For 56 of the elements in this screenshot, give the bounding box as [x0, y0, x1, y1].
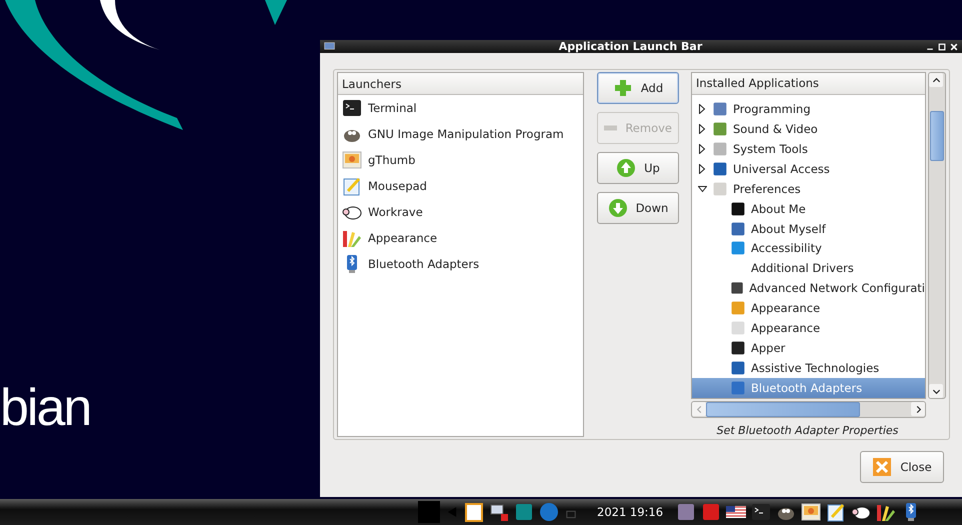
clock[interactable]: 2021 19:16: [597, 505, 664, 519]
logo-text: bian: [0, 378, 90, 438]
up-button[interactable]: Up: [597, 152, 679, 184]
minus-icon: [604, 125, 618, 131]
tree-item[interactable]: Appearance: [751, 321, 820, 336]
tree-item[interactable]: Accessibility: [751, 241, 822, 256]
terminal-icon: [751, 502, 772, 522]
expander-icon[interactable]: [698, 104, 707, 114]
clipboard-icon: [464, 502, 484, 522]
tree-item[interactable]: Appearance: [751, 301, 820, 316]
tree-item[interactable]: Assistive Technologies: [751, 361, 880, 376]
list-item[interactable]: Bluetooth Adapters: [368, 257, 480, 271]
image-viewer-icon: [342, 150, 362, 170]
close-icon: [950, 42, 958, 50]
list-item[interactable]: Terminal: [368, 101, 417, 115]
list-item[interactable]: GNU Image Manipulation Program: [368, 127, 564, 141]
maximize-icon: [938, 42, 946, 50]
expander-icon[interactable]: [698, 144, 707, 154]
list-item[interactable]: Mousepad: [368, 179, 427, 193]
plus-icon: [612, 78, 633, 98]
list-item[interactable]: Appearance: [368, 231, 438, 245]
tree-item[interactable]: Universal Access: [733, 162, 830, 176]
down-button[interactable]: Down: [597, 192, 679, 224]
tree-item[interactable]: Preferences: [733, 182, 801, 196]
tree-item[interactable]: About Me: [751, 202, 806, 216]
tree-item[interactable]: About Myself: [751, 222, 826, 236]
column-header: Installed Applications: [692, 73, 925, 95]
left-arrow-icon: [445, 505, 459, 519]
image-viewer-icon: [801, 502, 822, 522]
scroll-up-icon: [932, 76, 940, 84]
tree-item[interactable]: Advanced Network Configurati: [749, 281, 925, 296]
tree-item[interactable]: Apper: [751, 341, 786, 356]
list-item[interactable]: Workrave: [368, 205, 423, 219]
tree-item[interactable]: Sound & Video: [733, 122, 818, 136]
add-button[interactable]: Add: [597, 72, 679, 104]
scrollbar-thumb[interactable]: [930, 111, 944, 161]
expander-icon[interactable]: [698, 124, 707, 134]
column-header: Launchers: [338, 73, 583, 95]
network-error-icon: [489, 502, 509, 522]
tree-item[interactable]: Additional Drivers: [751, 261, 854, 276]
terminal-icon: [342, 98, 362, 118]
close-button[interactable]: Close: [860, 451, 944, 483]
scroll-left-icon: [694, 404, 704, 414]
expander-icon[interactable]: [698, 164, 707, 174]
window-title: Application Launch Bar: [558, 40, 704, 53]
description-text: Set Bluetooth Adapter Properties: [716, 424, 900, 437]
tree-item[interactable]: System Tools: [733, 142, 808, 156]
tree-item[interactable]: Programming: [733, 102, 811, 116]
list-item[interactable]: gThumb: [368, 153, 416, 167]
expander-icon[interactable]: [698, 184, 707, 194]
notepad-icon: [826, 502, 846, 522]
notepad-icon: [342, 176, 362, 196]
vertical-scrollbar[interactable]: [928, 72, 946, 399]
x-icon: [872, 457, 892, 477]
scrollbar-thumb[interactable]: [706, 402, 860, 417]
horizontal-scrollbar[interactable]: [691, 401, 926, 418]
